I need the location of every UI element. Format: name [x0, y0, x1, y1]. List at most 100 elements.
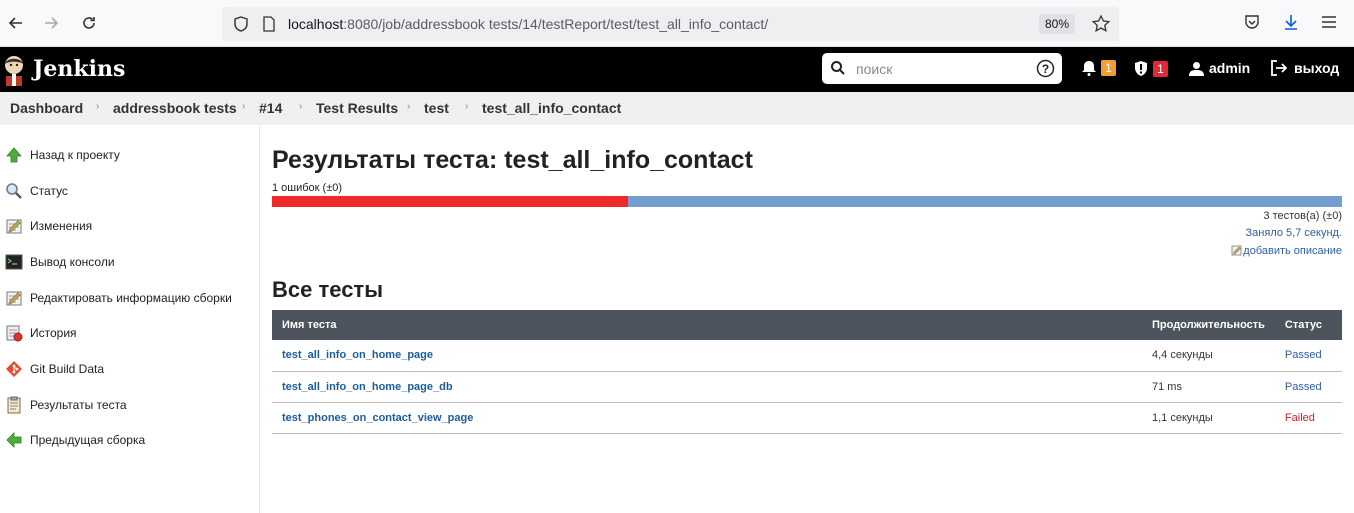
breadcrumb-separator-icon: ›: [407, 101, 411, 112]
breadcrumb-test[interactable]: test: [424, 100, 449, 116]
sidebar-item-console-output[interactable]: Вывод консоли: [0, 247, 258, 277]
pocket-icon[interactable]: [1243, 13, 1261, 31]
all-tests-heading: Все тесты: [272, 277, 383, 302]
logout-icon: [1271, 60, 1288, 76]
left-arrow-icon: [6, 432, 22, 448]
test-status: Failed: [1274, 402, 1342, 434]
up-arrow-icon: [6, 147, 22, 163]
search-box[interactable]: ?: [822, 53, 1062, 84]
sidebar-item-edit-build-info[interactable]: Редактировать информацию сборки: [0, 283, 258, 313]
back-button[interactable]: [3, 10, 29, 36]
failure-count: 1 ошибок (±0): [272, 182, 343, 194]
test-name-link[interactable]: test_all_info_on_home_page: [272, 340, 1142, 372]
table-row: test_all_info_on_home_page_db 71 ms Pass…: [272, 371, 1342, 403]
test-duration: 4,4 секунды: [1142, 340, 1275, 372]
terminal-icon: [5, 254, 23, 270]
security-shield-icon: [1135, 61, 1147, 76]
sidebar-item-previous-build[interactable]: Предыдущая сборка: [0, 425, 258, 455]
security-button[interactable]: 1: [1133, 60, 1168, 77]
test-result-bar: [272, 196, 1342, 207]
breadcrumb-dashboard[interactable]: Dashboard: [10, 100, 83, 116]
table-header-row: Имя теста Продолжительность Статус: [272, 310, 1342, 340]
notepad-icon: [6, 291, 22, 306]
add-description-link[interactable]: добавить описание: [1231, 244, 1342, 257]
sidebar-item-label: Git Build Data: [30, 362, 105, 376]
test-status: Passed: [1274, 340, 1342, 372]
clipboard-icon: [7, 396, 21, 414]
address-bar[interactable]: localhost:8080/job/addressbook tests/14/…: [222, 7, 1119, 41]
sidebar-item-label: Результаты теста: [30, 398, 127, 412]
notifications-badge: 1: [1101, 60, 1116, 76]
reload-button[interactable]: [76, 10, 102, 36]
test-name-link[interactable]: test_phones_on_contact_view_page: [272, 402, 1142, 434]
svg-text:?: ?: [1042, 62, 1049, 76]
search-input[interactable]: [856, 58, 1026, 80]
bookmark-star-icon[interactable]: [1091, 14, 1111, 34]
sidebar-item-git-build-data[interactable]: Git Build Data: [0, 354, 258, 384]
breadcrumb-current[interactable]: test_all_info_contact: [482, 100, 621, 116]
page-title: Результаты теста: test_all_info_contact: [272, 146, 753, 174]
column-header-status[interactable]: Статус: [1275, 310, 1342, 340]
column-header-duration[interactable]: Продолжительность: [1142, 310, 1275, 340]
logout-button[interactable]: выход: [1270, 60, 1339, 76]
sidebar-item-back-to-project[interactable]: Назад к проекту: [0, 140, 258, 170]
tests-count: 3 тестов(а) (±0): [1263, 210, 1342, 222]
test-result-bar-failed: [272, 196, 629, 207]
jenkins-brand[interactable]: Jenkins: [33, 56, 125, 82]
shield-icon[interactable]: [232, 15, 250, 33]
notifications-button[interactable]: 1: [1081, 60, 1116, 76]
sidebar-item-label: Редактировать информацию сборки: [30, 291, 232, 305]
bell-icon: [1082, 61, 1096, 76]
sidebar: Назад к проекту Статус Изменения Вывод к…: [0, 126, 260, 513]
url-path: :8080/job/addressbook tests/14/testRepor…: [343, 16, 769, 32]
url-text: localhost:8080/job/addressbook tests/14/…: [288, 16, 768, 32]
tests-table: Имя теста Продолжительность Статус test_…: [272, 310, 1342, 434]
breadcrumb-test-results[interactable]: Test Results: [316, 100, 398, 116]
downloads-icon[interactable]: [1282, 13, 1300, 31]
sidebar-item-status[interactable]: Статус: [0, 176, 258, 206]
breadcrumb-separator-icon: ›: [299, 101, 303, 112]
table-row: test_phones_on_contact_view_page 1,1 сек…: [272, 402, 1342, 434]
reload-icon: [83, 17, 95, 29]
zoom-indicator[interactable]: 80%: [1038, 14, 1075, 34]
test-status: Passed: [1274, 371, 1342, 403]
forward-button[interactable]: [38, 10, 64, 36]
jenkins-logo-icon[interactable]: [2, 54, 26, 86]
browser-toolbar: localhost:8080/job/addressbook tests/14/…: [0, 0, 1354, 47]
sidebar-item-test-results[interactable]: Результаты теста: [0, 390, 258, 420]
notepad-icon: [6, 219, 22, 234]
history-icon: [6, 325, 23, 342]
search-icon: [831, 61, 845, 75]
sidebar-item-changes[interactable]: Изменения: [0, 211, 258, 241]
breadcrumb-build[interactable]: #14: [259, 100, 282, 116]
logout-label: выход: [1294, 60, 1340, 76]
user-icon: [1189, 61, 1204, 76]
url-host: localhost: [288, 16, 344, 32]
test-name-link[interactable]: test_all_info_on_home_page_db: [272, 371, 1142, 403]
breadcrumb-job[interactable]: addressbook tests: [113, 100, 237, 116]
git-icon: [6, 361, 22, 377]
sidebar-item-label: Изменения: [30, 219, 93, 233]
security-badge: 1: [1153, 60, 1168, 77]
breadcrumb-separator-icon: ›: [242, 101, 246, 112]
sidebar-item-label: Вывод консоли: [30, 255, 115, 269]
jenkins-header: Jenkins ? 1 1 admin выход: [0, 47, 1354, 92]
breadcrumb-separator-icon: ›: [465, 101, 469, 112]
user-menu[interactable]: admin: [1189, 60, 1250, 76]
forward-arrow-icon: [45, 17, 59, 29]
help-icon[interactable]: ?: [1036, 59, 1055, 78]
username: admin: [1209, 60, 1251, 76]
menu-icon[interactable]: [1320, 13, 1338, 31]
back-arrow-icon: [8, 17, 22, 29]
test-duration: 71 ms: [1142, 371, 1275, 403]
duration-link[interactable]: Заняло 5,7 секунд.: [1246, 227, 1342, 239]
page-icon[interactable]: [262, 16, 276, 32]
edit-notepad-icon: [1231, 245, 1242, 256]
table-row: test_all_info_on_home_page 4,4 секунды P…: [272, 340, 1342, 372]
breadcrumb-separator-icon: ›: [96, 101, 100, 112]
column-header-test-name[interactable]: Имя теста: [272, 310, 1142, 340]
sidebar-item-history[interactable]: История: [0, 318, 258, 348]
sidebar-item-label: Статус: [30, 184, 68, 198]
sidebar-item-label: Назад к проекту: [30, 148, 120, 162]
breadcrumb: Dashboard › addressbook tests › #14 › Te…: [0, 92, 1354, 125]
